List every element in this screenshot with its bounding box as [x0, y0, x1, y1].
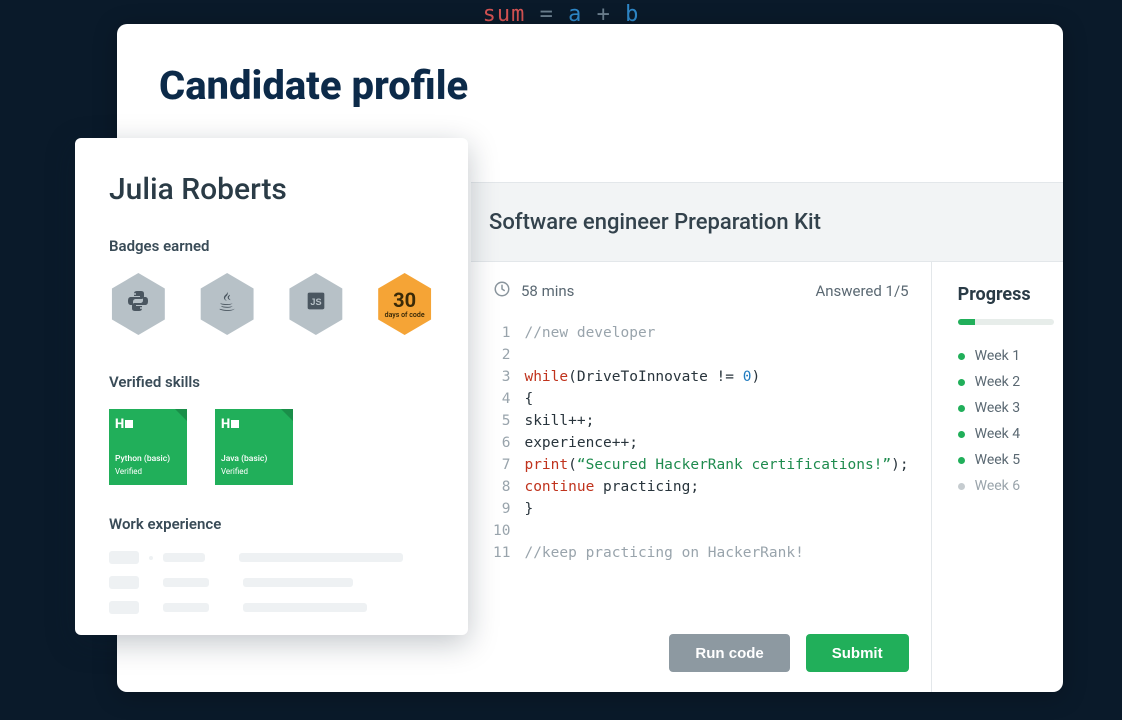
- status-dot-icon: [958, 431, 965, 438]
- progress-week[interactable]: Week 2: [958, 369, 1063, 395]
- week-label: Week 1: [975, 348, 1021, 364]
- status-dot-icon: [958, 353, 965, 360]
- svg-text:JS: JS: [310, 297, 321, 307]
- status-dot-icon: [958, 483, 965, 490]
- week-label: Week 2: [975, 374, 1021, 390]
- week-label: Week 3: [975, 400, 1021, 416]
- python-badge: [109, 273, 168, 335]
- days-of-code-badge: 30days of code: [375, 273, 434, 335]
- kit-title: Software engineer Preparation Kit: [471, 182, 1063, 262]
- clock-icon: [493, 280, 511, 302]
- progress-week[interactable]: Week 4: [958, 421, 1063, 447]
- run-code-button[interactable]: Run code: [669, 634, 789, 672]
- hackerrank-logo-icon: H: [115, 417, 181, 432]
- progress-panel: Progress Week 1Week 2Week 3Week 4Week 5W…: [932, 262, 1063, 692]
- skill-name: Java (basic): [221, 454, 287, 464]
- java-badge: [198, 273, 257, 335]
- skills-label: Verified skills: [109, 373, 434, 391]
- skills-row: H Python (basic) Verified H Java (basic) Veri…: [109, 409, 434, 485]
- skill-card-python-basic: H Python (basic) Verified: [109, 409, 187, 485]
- kit-body: 58 mins Answered 1/5 1234567891011 //new…: [471, 262, 1063, 692]
- skill-card-java-basic: H Java (basic) Verified: [215, 409, 293, 485]
- status-dot-icon: [958, 379, 965, 386]
- skill-status: Verified: [115, 467, 181, 476]
- progress-title: Progress: [958, 284, 1063, 305]
- progress-week[interactable]: Week 1: [958, 343, 1063, 369]
- badges-label: Badges earned: [109, 237, 434, 255]
- page-title: Candidate profile: [159, 62, 468, 109]
- status-dot-icon: [958, 405, 965, 412]
- work-experience-label: Work experience: [109, 515, 434, 533]
- kit-main: 58 mins Answered 1/5 1234567891011 //new…: [471, 262, 932, 692]
- submit-button[interactable]: Submit: [806, 634, 909, 672]
- status-dot-icon: [958, 457, 965, 464]
- badges-row: JS 30days of code: [109, 273, 434, 335]
- candidate-name: Julia Roberts: [109, 172, 434, 207]
- progress-week[interactable]: Week 5: [958, 447, 1063, 473]
- python-icon: [126, 289, 150, 319]
- kit-actions: Run code Submit: [669, 634, 908, 672]
- week-label: Week 6: [975, 478, 1021, 494]
- week-label: Week 4: [975, 426, 1021, 442]
- hackerrank-logo-icon: H: [221, 417, 287, 432]
- progress-bar: [958, 319, 1054, 325]
- kit-time: 58 mins: [521, 282, 574, 300]
- profile-card: Julia Roberts Badges earned JS 30days of …: [75, 138, 468, 635]
- js-badge: JS: [287, 273, 346, 335]
- java-icon: [216, 289, 238, 319]
- skill-name: Python (basic): [115, 454, 181, 464]
- week-label: Week 5: [975, 452, 1021, 468]
- js-icon: JS: [306, 291, 326, 317]
- progress-weeks: Week 1 Week 2 Week 3 Week 4 Week 5 Week 6: [958, 343, 1063, 499]
- skill-status: Verified: [221, 467, 287, 476]
- progress-week[interactable]: Week 3: [958, 395, 1063, 421]
- code-editor[interactable]: 1234567891011 //new developer while(Driv…: [493, 322, 909, 564]
- kit-meta: 58 mins Answered 1/5: [493, 280, 909, 302]
- work-experience-placeholder: [109, 551, 434, 614]
- progress-week[interactable]: Week 6: [958, 473, 1063, 499]
- kit-answered: Answered 1/5: [815, 282, 908, 300]
